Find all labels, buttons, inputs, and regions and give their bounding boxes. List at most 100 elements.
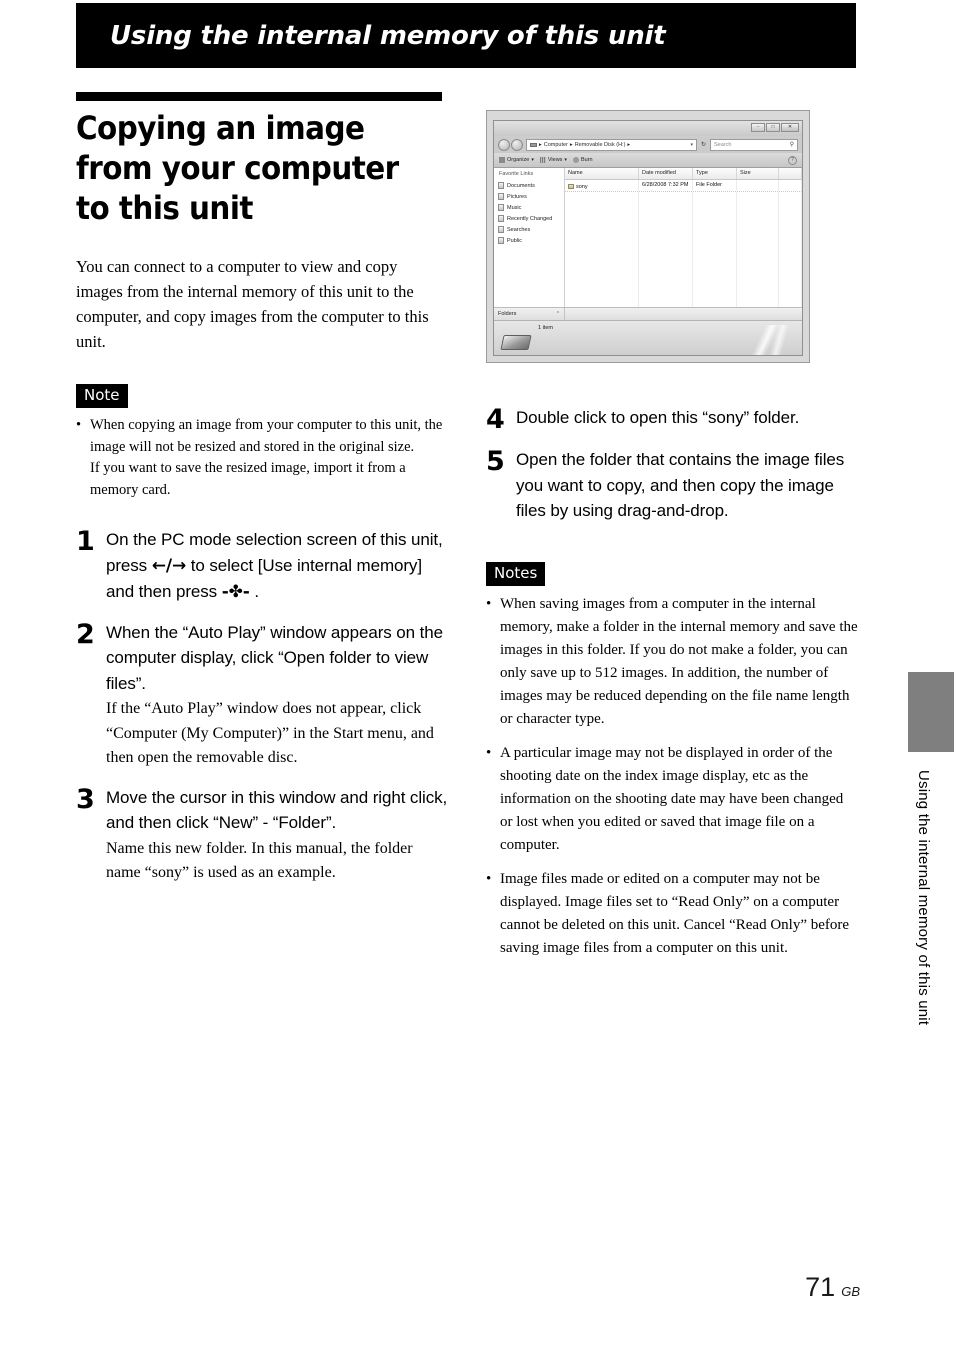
note-block-right: Notes When saving images from a computer… bbox=[486, 561, 858, 960]
page-thumb-tab bbox=[908, 672, 954, 752]
running-head-vertical: Using the internal memory of this unit bbox=[915, 770, 932, 1026]
search-placeholder: Search bbox=[714, 141, 732, 148]
navigation-buttons bbox=[498, 138, 523, 151]
filler-col bbox=[737, 192, 779, 307]
right-column: – □ ✕ ▸ Computer ▸ Removable Disk (H:) ▸ bbox=[486, 110, 858, 971]
sidebar-item-label: Pictures bbox=[507, 193, 527, 200]
forward-button-icon[interactable] bbox=[511, 138, 523, 151]
favorite-links-pane: Favorite Links Documents Pictures Music bbox=[494, 168, 565, 307]
step-number: 3 bbox=[76, 783, 95, 815]
sidebar-item-searches[interactable]: Searches bbox=[498, 224, 564, 235]
minimize-button[interactable]: – bbox=[751, 123, 765, 132]
folder-icon bbox=[568, 184, 574, 189]
folders-pane-filler bbox=[565, 308, 802, 320]
step-3: 3 Move the cursor in this window and rig… bbox=[76, 785, 448, 886]
sidebar-item-public[interactable]: Public bbox=[498, 235, 564, 246]
table-row[interactable]: sony 6/28/2008 7:32 PM File Folder bbox=[565, 180, 802, 192]
step-text: On the PC mode selection screen of this … bbox=[106, 527, 448, 606]
step-2: 2 When the “Auto Play” window appears on… bbox=[76, 620, 448, 771]
sidebar-item-pictures[interactable]: Pictures bbox=[498, 191, 564, 202]
chevron-down-icon[interactable]: ▾ bbox=[690, 142, 693, 148]
sidebar-item-label: Searches bbox=[507, 226, 531, 233]
sidebar-item-recently-changed[interactable]: Recently Changed bbox=[498, 213, 564, 224]
explorer-screenshot-figure: – □ ✕ ▸ Computer ▸ Removable Disk (H:) ▸ bbox=[486, 110, 810, 363]
window-controls: – □ ✕ bbox=[751, 123, 799, 132]
intro-paragraph: You can connect to a computer to view an… bbox=[76, 257, 429, 351]
step-number: 5 bbox=[486, 446, 505, 477]
sidebar-item-documents[interactable]: Documents bbox=[498, 180, 564, 191]
sidebar-item-label: Documents bbox=[507, 182, 535, 189]
burn-button[interactable]: Burn bbox=[572, 157, 593, 163]
page-number: 71 bbox=[805, 1272, 836, 1302]
computer-icon bbox=[530, 142, 537, 147]
favorite-links-title: Favorite Links bbox=[499, 171, 534, 177]
searches-icon bbox=[498, 226, 504, 233]
search-input[interactable]: Search ⚲ bbox=[710, 138, 798, 151]
chevron-up-icon: ⌃ bbox=[555, 311, 560, 317]
pictures-icon bbox=[498, 193, 504, 200]
column-header-name[interactable]: Name bbox=[565, 168, 639, 179]
enter-button-icon: -✤- bbox=[221, 582, 250, 602]
step-5: 5 Open the folder that contains the imag… bbox=[486, 447, 858, 524]
list-item: A particular image may not be displayed … bbox=[486, 742, 858, 857]
address-input[interactable]: ▸ Computer ▸ Removable Disk (H:) ▸ ▾ bbox=[526, 138, 697, 151]
step-number: 1 bbox=[76, 526, 95, 557]
column-header-size[interactable]: Size bbox=[737, 168, 779, 179]
public-icon bbox=[498, 237, 504, 244]
views-button[interactable]: Views ▾ bbox=[539, 157, 567, 163]
explorer-content: Favorite Links Documents Pictures Music bbox=[494, 168, 802, 307]
organize-button[interactable]: Organize ▾ bbox=[499, 157, 534, 163]
step-text: Open the folder that contains the image … bbox=[516, 450, 845, 520]
list-item: Image files made or edited on a computer… bbox=[486, 868, 858, 960]
step-subtext: Name this new folder. In this manual, th… bbox=[106, 839, 413, 882]
step-text: Move the cursor in this window and right… bbox=[106, 787, 448, 833]
step-4: 4 Double click to open this “sony” folde… bbox=[486, 405, 858, 433]
sidebar-item-music[interactable]: Music bbox=[498, 202, 564, 213]
chevron-down-icon: ▾ bbox=[564, 157, 567, 163]
left-column: Copying an image from your computer to t… bbox=[76, 92, 448, 900]
breadcrumb-separator: ▸ bbox=[569, 141, 573, 148]
refresh-icon[interactable]: ↻ bbox=[700, 141, 707, 148]
note-list-left: When copying an image from your computer… bbox=[76, 415, 448, 501]
page-footer: 71 GB bbox=[700, 1272, 860, 1303]
help-icon[interactable]: ? bbox=[788, 155, 797, 165]
explorer-toolbar: Organize ▾ Views ▾ Burn ? bbox=[494, 153, 802, 168]
status-bar: 1 item bbox=[494, 320, 802, 355]
steps-left: 1 On the PC mode selection screen of thi… bbox=[76, 527, 448, 886]
folders-label-wrap[interactable]: Folders ⌃ bbox=[494, 308, 565, 320]
step-body: On the PC mode selection screen of this … bbox=[106, 527, 448, 606]
step-body: When the “Auto Play” window appears on t… bbox=[106, 620, 448, 771]
step-body: Double click to open this “sony” folder. bbox=[516, 405, 858, 431]
note-list-right: When saving images from a computer in th… bbox=[486, 593, 858, 960]
step-text: When the “Auto Play” window appears on t… bbox=[106, 622, 443, 693]
step-body: Open the folder that contains the image … bbox=[516, 447, 858, 524]
burn-label: Burn bbox=[580, 157, 593, 163]
list-item: When copying an image from your computer… bbox=[76, 415, 448, 501]
page-title: Copying an image from your computer to t… bbox=[76, 109, 399, 227]
explorer-window: – □ ✕ ▸ Computer ▸ Removable Disk (H:) ▸ bbox=[493, 120, 803, 356]
close-button[interactable]: ✕ bbox=[781, 123, 799, 132]
maximize-button[interactable]: □ bbox=[766, 123, 780, 132]
step-subtext: If the “Auto Play” window does not appea… bbox=[106, 700, 434, 766]
filler-col bbox=[693, 192, 737, 307]
column-header-filler bbox=[779, 168, 802, 179]
cell-type: File Folder bbox=[693, 180, 737, 191]
file-list: Name Date modified Type Size sony 6/28/2… bbox=[565, 168, 802, 307]
breadcrumb-drive[interactable]: Removable Disk (H:) bbox=[575, 142, 626, 148]
column-header-type[interactable]: Type bbox=[693, 168, 737, 179]
note-text: When saving images from a computer in th… bbox=[500, 595, 858, 727]
column-header-date-modified[interactable]: Date modified bbox=[639, 168, 693, 179]
note-block-left: Note When copying an image from your com… bbox=[76, 384, 448, 501]
note-text: A particular image may not be displayed … bbox=[500, 744, 844, 853]
search-icon: ⚲ bbox=[789, 142, 794, 148]
removable-disk-icon bbox=[500, 335, 532, 350]
step-text: Double click to open this “sony” folder. bbox=[516, 408, 800, 427]
chapter-banner-title: Using the internal memory of this unit bbox=[110, 20, 666, 51]
heading-rule bbox=[76, 92, 442, 101]
breadcrumb-computer[interactable]: Computer bbox=[544, 142, 568, 148]
file-list-header: Name Date modified Type Size bbox=[565, 168, 802, 180]
note-text: When copying an image from your computer… bbox=[90, 417, 443, 498]
step-number: 4 bbox=[486, 404, 505, 435]
folders-pane-toggle[interactable]: Folders ⌃ bbox=[494, 307, 802, 320]
back-button-icon[interactable] bbox=[498, 138, 510, 151]
